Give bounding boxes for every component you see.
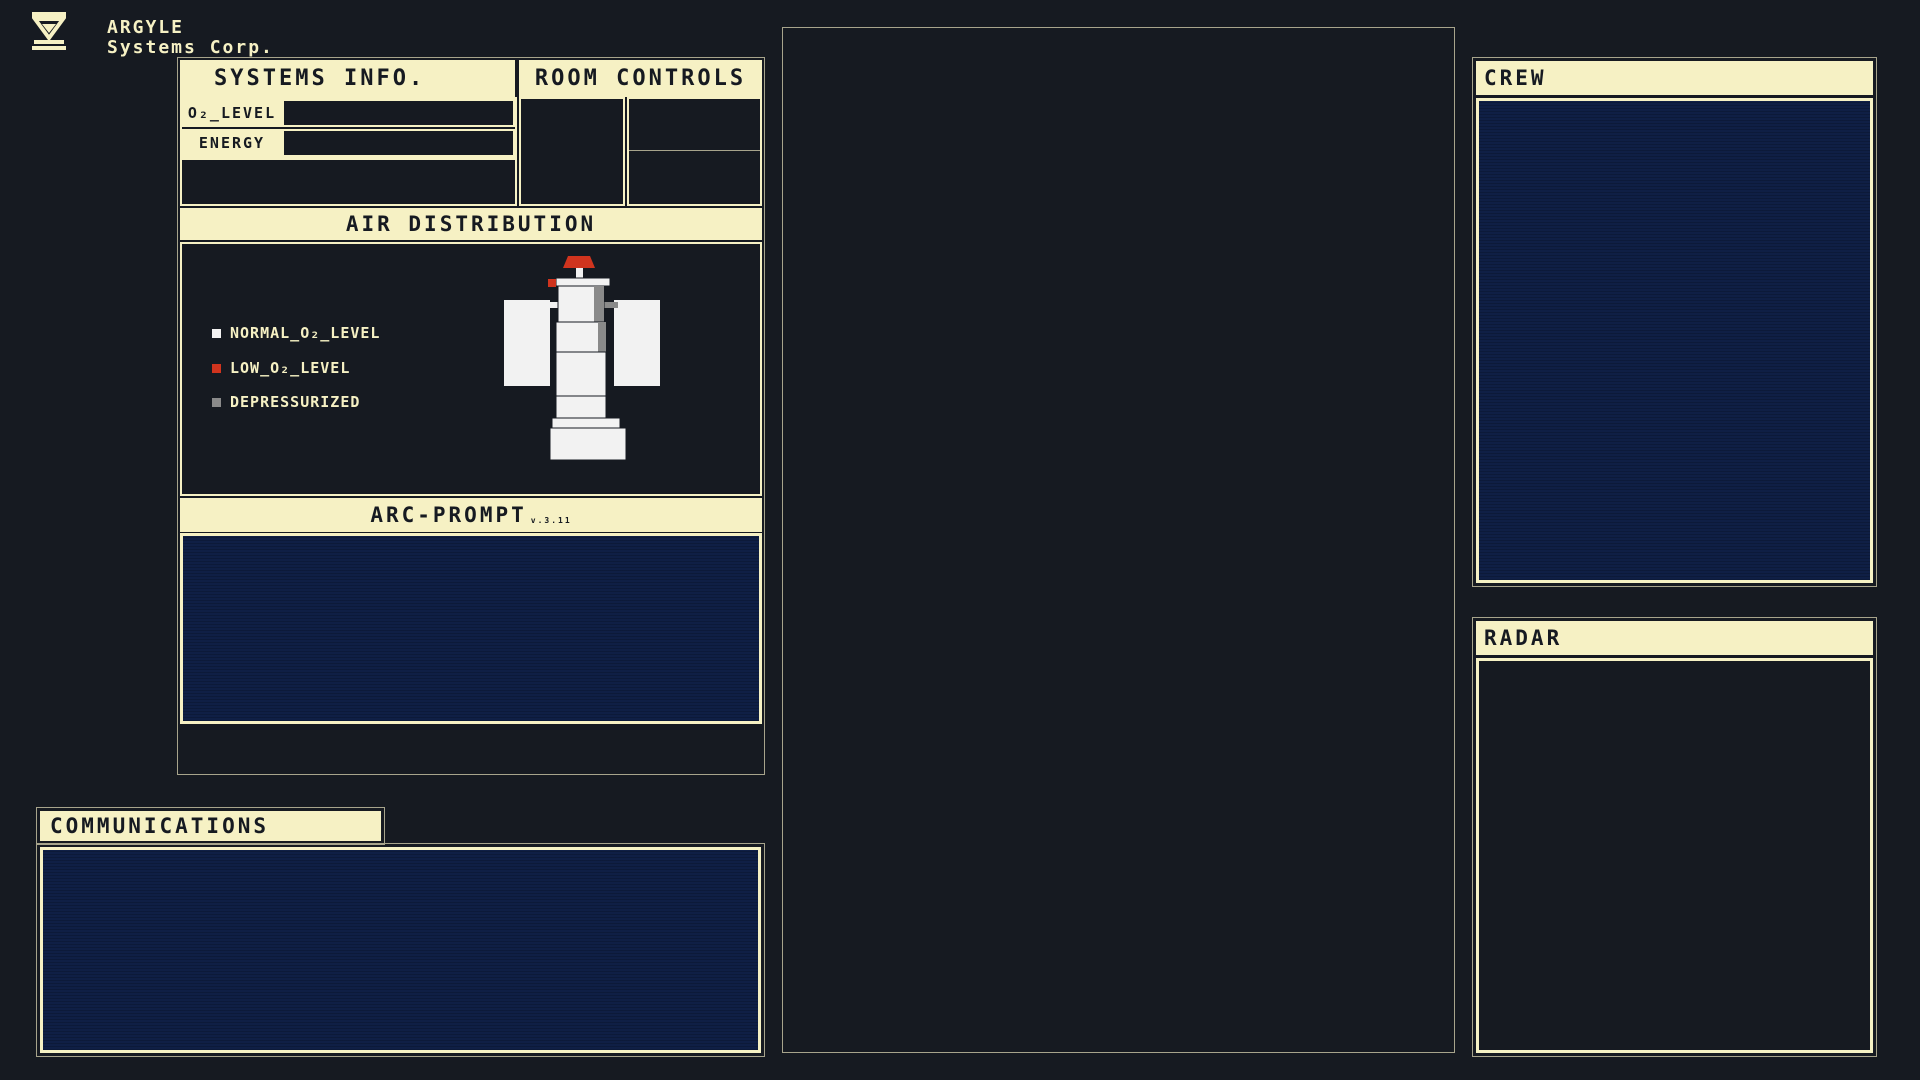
air-distribution-panel: NORMAL_O₂_LEVEL LOW_O₂_LEVEL DEPRESSURIZ… (180, 242, 762, 496)
ship-map[interactable] (500, 250, 700, 490)
ship-room-upper-bar (555, 277, 611, 287)
radar-panel[interactable] (1476, 658, 1873, 1053)
ship-room-right-wing (614, 300, 660, 386)
ship-room-engine (549, 427, 627, 461)
ship-room-neck (576, 268, 583, 278)
ship-room-depressurized-mid (598, 322, 606, 352)
o2-level-value (282, 99, 515, 127)
radar-header: RADAR (1476, 621, 1873, 655)
communications-title: COMMUNICATIONS (50, 814, 270, 838)
legend-swatch-depressurized (212, 397, 221, 407)
legend-normal-o2: NORMAL_O₂_LEVEL (212, 324, 380, 342)
energy-label: ENERGY (182, 129, 282, 157)
o2-level-label-text: O₂_LEVEL (187, 104, 277, 122)
ship-room-nose (563, 256, 595, 268)
legend-low-o2: LOW_O₂_LEVEL (212, 359, 350, 377)
room-controls-slot-right[interactable] (627, 97, 762, 206)
systems-info-extra (182, 160, 515, 204)
room-controls-title: ROOM CONTROLS (534, 66, 747, 91)
ship-room-low-o2 (548, 279, 556, 287)
energy-label-text: ENERGY (198, 134, 266, 152)
ship-room-base-bar (551, 417, 621, 429)
legend-label-low: LOW_O₂_LEVEL (230, 359, 351, 377)
ship-room-depressurized-upper (594, 286, 604, 322)
radar-frame: RADAR (1472, 617, 1877, 1057)
brand-name: ARGYLE Systems Corp. (107, 18, 274, 58)
communications-frame (36, 843, 765, 1057)
crew-title: CREW (1484, 66, 1547, 90)
room-controls-header: ROOM CONTROLS (519, 60, 762, 97)
air-distribution-header: AIR DISTRIBUTION (180, 208, 762, 240)
arc-prompt-header: ARC-PROMPT v.3.11 (180, 498, 762, 532)
legend-swatch-normal (212, 328, 221, 338)
legend-swatch-low (212, 363, 221, 373)
crew-panel[interactable] (1476, 98, 1873, 583)
ship-room-core-lower (555, 351, 607, 397)
crew-frame: CREW (1472, 57, 1877, 587)
communications-tab: COMMUNICATIONS (36, 807, 385, 845)
o2-level-label: O₂_LEVEL (182, 99, 282, 127)
communications-header: COMMUNICATIONS (40, 811, 381, 841)
legend-label-normal: NORMAL_O₂_LEVEL (230, 324, 381, 342)
room-controls-slot-left[interactable] (519, 97, 625, 206)
systems-info-panel: O₂_LEVEL ENERGY (180, 97, 517, 206)
arc-prompt-title: ARC-PROMPT (370, 503, 527, 527)
systems-info-header: SYSTEMS INFO. (180, 60, 517, 97)
arc-prompt-version: v.3.11 (530, 515, 572, 525)
brand-logo: ARGYLE Systems Corp. (32, 10, 272, 58)
ship-connector-right (604, 302, 618, 308)
room-controls-separator (629, 150, 760, 151)
brand-line1: ARGYLE (107, 17, 185, 38)
main-viewport[interactable] (782, 27, 1455, 1053)
ship-room-core-bottom (555, 395, 607, 419)
arc-prompt-console[interactable] (180, 533, 762, 724)
argyle-logo-icon (32, 12, 66, 50)
radar-title: RADAR (1484, 626, 1563, 650)
legend-depressurized: DEPRESSURIZED (212, 393, 360, 411)
brand-line2: Systems Corp. (107, 37, 274, 58)
ship-room-left-wing (504, 300, 550, 386)
energy-value (282, 129, 515, 157)
systems-info-title: SYSTEMS INFO. (214, 66, 426, 91)
ship-connector-left (542, 302, 558, 308)
communications-panel[interactable] (40, 847, 761, 1053)
air-distribution-title: AIR DISTRIBUTION (345, 212, 597, 236)
legend-label-depressurized: DEPRESSURIZED (230, 393, 361, 411)
crew-header: CREW (1476, 61, 1873, 95)
